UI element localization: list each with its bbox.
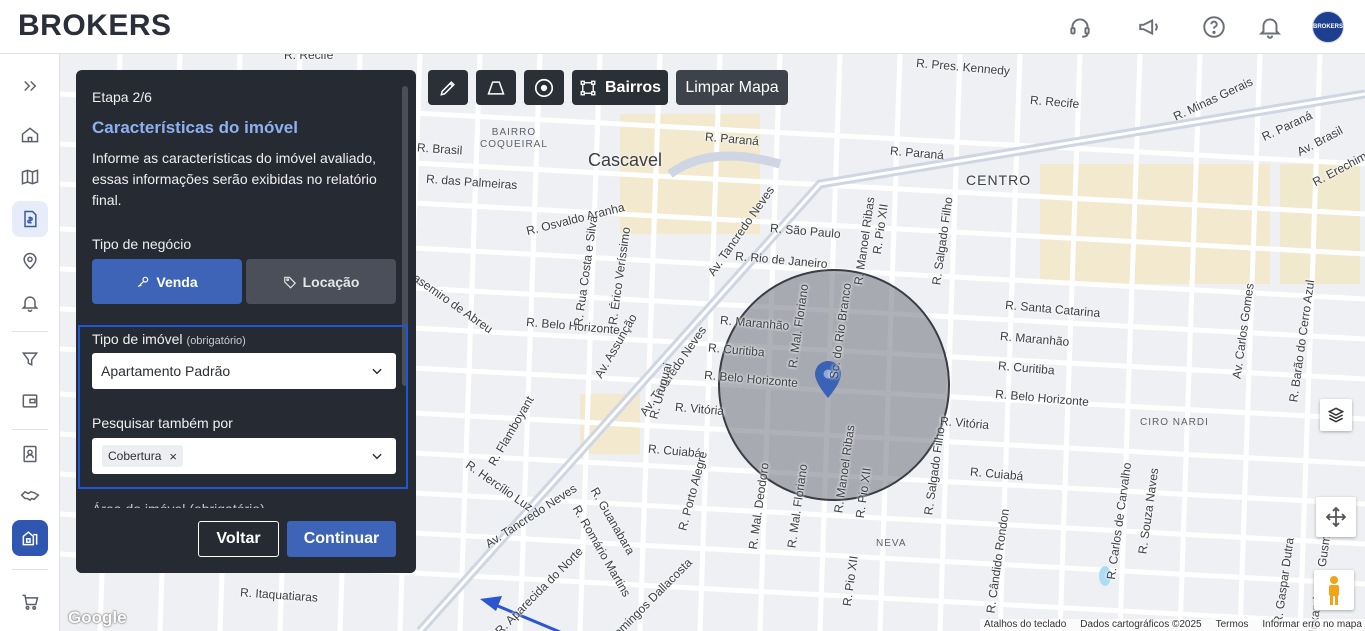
- panel-scrollbar[interactable]: [402, 86, 408, 386]
- top-bar: BROKERS BROKERS: [0, 0, 1365, 54]
- avatar[interactable]: BROKERS: [1312, 11, 1344, 43]
- megaphone-icon[interactable]: [1137, 14, 1163, 40]
- keyboard-shortcuts-link[interactable]: Atalhos do teclado: [984, 619, 1066, 631]
- google-logo: Google: [68, 608, 127, 627]
- sidebar-divider: [12, 429, 48, 430]
- draw-polygon-button[interactable]: [476, 70, 516, 105]
- area-label-coqueiral: BAIRRO COQUEIRAL: [480, 127, 548, 150]
- chip-label: Cobertura: [108, 449, 162, 463]
- property-characteristics-panel: Etapa 2/6 Características do imóvel Info…: [76, 70, 416, 573]
- tag-icon: [283, 276, 296, 289]
- panel-title: Características do imóvel: [92, 118, 298, 137]
- headset-icon[interactable]: [1067, 14, 1093, 40]
- also-search-select[interactable]: Cobertura ×: [92, 438, 396, 474]
- chip-remove-icon[interactable]: ×: [169, 450, 177, 463]
- circle-target-icon: [534, 78, 554, 97]
- terms-link[interactable]: Termos: [1216, 619, 1249, 631]
- property-type-label-text: Tipo de imóvel: [92, 331, 183, 347]
- polygon-icon: [487, 80, 505, 95]
- handshake-icon[interactable]: [12, 478, 48, 514]
- map-attribution: Atalhos do teclado Dados cartográficos ©…: [980, 619, 1365, 631]
- required-note: (obrigatório): [186, 335, 246, 347]
- locacao-label: Locação: [302, 273, 360, 290]
- clear-map-label: Limpar Mapa: [685, 78, 779, 96]
- clear-map-button[interactable]: Limpar Mapa: [676, 70, 788, 105]
- report-error-link[interactable]: Informar erro no mapa: [1262, 619, 1362, 631]
- map-layers-button[interactable]: [1320, 399, 1352, 431]
- valuation-report-icon[interactable]: [12, 201, 48, 237]
- bairros-label: Bairros: [604, 78, 662, 96]
- key-icon: [138, 276, 149, 287]
- draw-circle-button[interactable]: [524, 70, 564, 105]
- expand-sidebar-icon[interactable]: [12, 68, 48, 104]
- notifications-icon[interactable]: [12, 285, 48, 321]
- help-icon[interactable]: [1201, 14, 1227, 40]
- move-arrows-icon: [1325, 506, 1347, 528]
- back-button[interactable]: Voltar: [198, 521, 279, 557]
- pegman-icon: [1329, 576, 1339, 605]
- property-type-value: Apartamento Padrão: [101, 363, 231, 379]
- bell-icon[interactable]: [1257, 14, 1283, 40]
- venda-label: Venda: [156, 273, 198, 290]
- property-type-label: Tipo de imóvel (obrigatório): [92, 331, 246, 347]
- wallet-icon[interactable]: [12, 383, 48, 419]
- draw-pencil-button[interactable]: [428, 70, 468, 105]
- cart-icon[interactable]: [12, 584, 48, 620]
- street-view-pegman[interactable]: [1314, 570, 1354, 610]
- area-label-centro: CENTRO: [966, 172, 1032, 188]
- bairros-area-icon: [580, 80, 596, 95]
- chevron-down-icon: [372, 368, 382, 375]
- map-icon[interactable]: [12, 159, 48, 195]
- sidebar-divider: [12, 569, 48, 570]
- map-fullscreen-button[interactable]: [1316, 497, 1356, 537]
- panel-description: Informe as características do imóvel ava…: [92, 150, 377, 208]
- home-icon[interactable]: [12, 117, 48, 153]
- also-search-chip: Cobertura ×: [102, 445, 183, 467]
- area-label-cascavel: Cascavel: [588, 150, 663, 170]
- locacao-button[interactable]: Locação: [246, 259, 396, 304]
- chevron-down-icon: [372, 453, 382, 460]
- area-label-ciro-nardi: CIRO NARDI: [1140, 417, 1209, 428]
- bairros-button[interactable]: Bairros: [572, 70, 668, 105]
- sidebar: [0, 54, 60, 631]
- layers-icon: [1327, 407, 1345, 423]
- contact-card-icon[interactable]: [12, 436, 48, 472]
- property-type-select[interactable]: Apartamento Padrão: [92, 353, 396, 389]
- area-label-neva: NEVA: [876, 538, 907, 549]
- venda-button[interactable]: Venda: [92, 259, 242, 304]
- also-search-label: Pesquisar também por: [92, 415, 233, 431]
- step-indicator: Etapa 2/6: [92, 89, 152, 105]
- street-label: R. Recife: [284, 54, 334, 62]
- filter-icon[interactable]: [12, 341, 48, 377]
- map-data-text: Dados cartográficos ©2025: [1080, 619, 1202, 630]
- business-type-label: Tipo de negócio: [92, 236, 192, 252]
- brokers-logo[interactable]: BROKERS: [18, 9, 172, 43]
- location-person-icon[interactable]: [12, 243, 48, 279]
- continue-button[interactable]: Continuar: [287, 521, 396, 557]
- pencil-icon: [440, 80, 455, 96]
- sidebar-divider: [12, 331, 48, 332]
- property-valuation-icon[interactable]: [12, 520, 48, 556]
